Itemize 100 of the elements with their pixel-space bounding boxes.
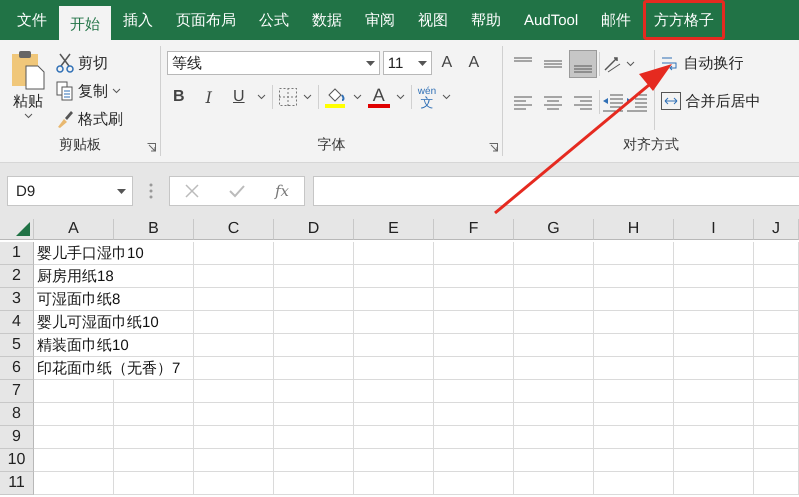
column-header[interactable]: A xyxy=(34,219,114,240)
row-header[interactable]: 7 xyxy=(0,380,34,403)
column-header[interactable]: I xyxy=(674,219,754,240)
grow-font-button[interactable]: A xyxy=(434,50,459,76)
caret-icon xyxy=(256,94,266,100)
column-header[interactable]: C xyxy=(194,219,274,240)
wrap-text-button[interactable]: 自动换行 xyxy=(661,50,760,76)
table-cell xyxy=(754,380,799,403)
align-lines-icon xyxy=(514,96,532,110)
row-header[interactable]: 9 xyxy=(0,426,34,449)
align-lines-icon xyxy=(574,96,592,110)
ribbon-tab[interactable]: 审阅 xyxy=(354,0,406,40)
group-label: 对齐方式 xyxy=(622,136,680,154)
row-header[interactable]: 10 xyxy=(0,449,34,472)
caret-icon xyxy=(24,113,32,119)
row-header[interactable]: 6 xyxy=(0,357,34,380)
check-icon[interactable] xyxy=(228,184,245,198)
align-lines-icon xyxy=(544,60,562,68)
caret-icon xyxy=(112,88,121,94)
column-header[interactable]: E xyxy=(354,219,434,240)
table-cell: 精装面巾纸10 xyxy=(34,334,194,357)
table-cell: 印花面巾纸（无香）7 xyxy=(34,357,194,380)
dialog-launcher-icon[interactable] xyxy=(146,143,156,152)
italic-button[interactable]: I xyxy=(196,84,221,110)
underline-button[interactable]: U xyxy=(226,84,251,110)
table-cell xyxy=(754,426,799,449)
ribbon-tab[interactable]: 视图 xyxy=(407,0,459,40)
column-header[interactable]: B xyxy=(114,219,194,240)
align-lines-icon xyxy=(544,96,562,110)
name-box[interactable]: D9 xyxy=(7,176,133,206)
column-header[interactable]: J xyxy=(754,219,799,240)
brush-icon xyxy=(56,109,74,129)
caret-icon xyxy=(626,61,636,67)
ribbon-tab[interactable]: 邮件 xyxy=(590,0,642,40)
corner-triangle-icon xyxy=(16,222,30,236)
ribbon-tab[interactable]: AudTool xyxy=(513,0,590,40)
caret-icon xyxy=(352,94,362,100)
row-header[interactable]: 11 xyxy=(0,472,34,495)
table-cell xyxy=(754,288,799,311)
paste-button[interactable]: 粘贴 xyxy=(6,50,50,136)
table-cell xyxy=(754,472,799,495)
table-cell: 可湿面巾纸8 xyxy=(34,288,194,311)
align-lines-icon xyxy=(574,65,592,73)
column-header[interactable]: F xyxy=(434,219,514,240)
ribbon-tab[interactable]: 文件 xyxy=(6,0,58,40)
format-painter-button[interactable]: 格式刷 xyxy=(56,106,123,132)
scissors-icon xyxy=(56,53,74,73)
decrease-indent-icon[interactable] xyxy=(602,92,624,112)
row-header[interactable]: 4 xyxy=(0,311,34,334)
copy-button[interactable]: 复制 xyxy=(56,78,123,104)
drag-handle-icon[interactable] xyxy=(149,183,153,199)
merge-center-button[interactable]: 合并后居中 xyxy=(661,88,760,114)
bold-button[interactable]: B xyxy=(166,84,191,110)
ribbon-tab[interactable]: 帮助 xyxy=(460,0,512,40)
table-cell xyxy=(754,449,799,472)
row-header[interactable]: 3 xyxy=(0,288,34,311)
row-header[interactable]: 5 xyxy=(0,334,34,357)
caret-icon xyxy=(442,94,452,100)
increase-indent-icon[interactable] xyxy=(626,92,648,112)
caret-icon xyxy=(418,60,427,66)
font-size-field[interactable]: 11 xyxy=(382,51,432,75)
insert-function-button[interactable]: fx xyxy=(274,182,289,200)
table-cell xyxy=(754,357,799,380)
ribbon-tab[interactable]: 开始 xyxy=(59,6,111,40)
fill-color-icon[interactable] xyxy=(324,86,347,108)
ribbon-tab[interactable]: 插入 xyxy=(112,0,164,40)
row-header[interactable]: 2 xyxy=(0,265,34,288)
ribbon-tab[interactable]: 方方格子 xyxy=(643,0,726,40)
dialog-launcher-icon[interactable] xyxy=(489,143,498,152)
row-header[interactable]: 8 xyxy=(0,403,34,426)
table-cell xyxy=(754,242,799,265)
row-header[interactable]: 1 xyxy=(0,242,34,265)
phonetic-guide-button[interactable]: wén 文 xyxy=(418,86,436,108)
ribbon-tab[interactable]: 数据 xyxy=(301,0,353,40)
align-lines-icon xyxy=(514,57,532,62)
borders-icon[interactable] xyxy=(278,88,297,106)
group-label: 剪贴板 xyxy=(58,136,102,154)
font-name-field[interactable]: 等线 xyxy=(166,51,380,75)
column-header[interactable]: D xyxy=(274,219,354,240)
copy-icon xyxy=(56,81,74,101)
formula-input-field[interactable] xyxy=(313,176,799,206)
clipboard-icon xyxy=(10,50,46,90)
ribbon-tab[interactable]: 页面布局 xyxy=(165,0,247,40)
group-label: 字体 xyxy=(316,136,347,154)
merge-cells-icon xyxy=(661,92,682,110)
ribbon-tab[interactable]: 公式 xyxy=(248,0,300,40)
column-header[interactable]: G xyxy=(514,219,594,240)
table-cell xyxy=(754,334,799,357)
select-all-button[interactable] xyxy=(0,219,34,240)
vertical-align-button[interactable] xyxy=(569,50,598,78)
font-color-button[interactable]: A xyxy=(368,86,390,108)
caret-icon xyxy=(302,94,312,100)
table-cell xyxy=(754,265,799,288)
column-header[interactable]: H xyxy=(594,219,674,240)
cut-button[interactable]: 剪切 xyxy=(56,50,123,76)
caret-icon xyxy=(117,188,126,194)
shrink-font-button[interactable]: A xyxy=(462,50,486,76)
table-cell: 婴儿可湿面巾纸10 xyxy=(34,311,194,334)
table-cell: 厨房用纸18 xyxy=(34,265,194,288)
table-cell xyxy=(754,403,799,426)
